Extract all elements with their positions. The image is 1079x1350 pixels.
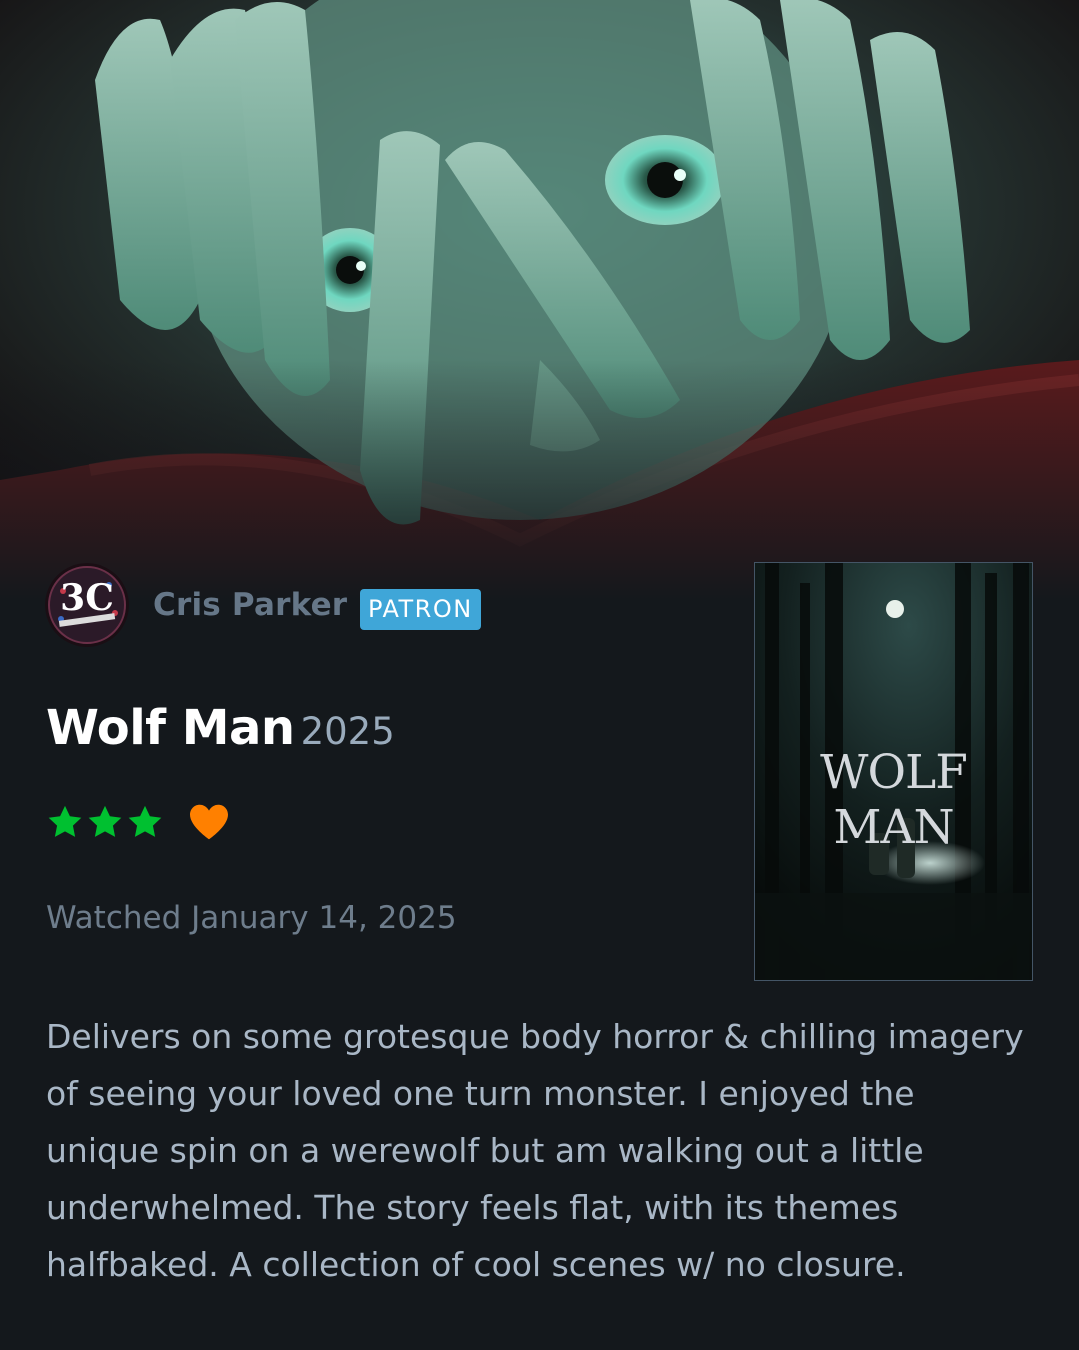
watched-date: Watched January 14, 2025 <box>46 900 457 936</box>
poster-title: WOLF MAN <box>820 745 968 855</box>
film-year[interactable]: 2025 <box>301 710 395 753</box>
star-icon <box>128 805 162 837</box>
film-heading: Wolf Man 2025 <box>46 700 395 756</box>
username[interactable]: Cris Parker <box>153 587 347 623</box>
star-icon <box>48 805 82 837</box>
film-title[interactable]: Wolf Man <box>46 700 295 756</box>
film-poster[interactable]: WOLF MAN <box>754 562 1033 981</box>
review-body: Delivers on some grotesque body horror &… <box>46 1017 1024 1284</box>
backdrop-image <box>0 0 1079 600</box>
avatar-text: 3C <box>60 577 114 619</box>
patron-badge: PATRON <box>360 589 481 630</box>
star-icon <box>88 805 122 837</box>
heart-icon <box>190 804 228 840</box>
rating-row <box>46 803 230 841</box>
avatar[interactable]: 3C <box>45 563 129 647</box>
